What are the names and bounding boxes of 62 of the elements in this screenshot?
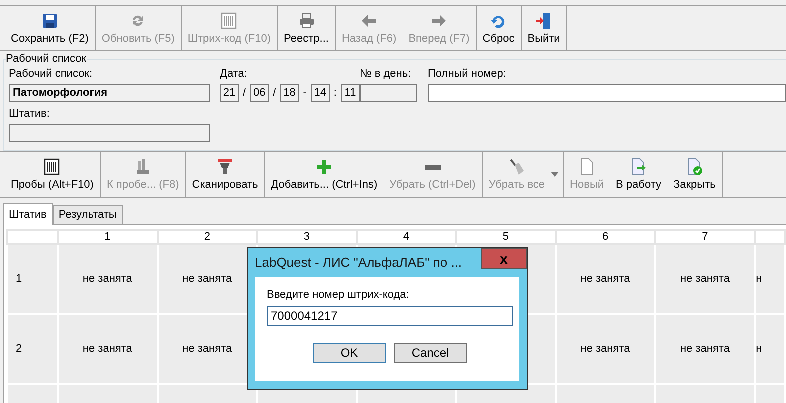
scanner-icon bbox=[216, 158, 234, 176]
column-header: 2 bbox=[158, 230, 258, 244]
field-label: Рабочий список: bbox=[9, 68, 94, 80]
date-field[interactable]: 14 bbox=[310, 84, 330, 102]
date-field[interactable]: 06 bbox=[250, 84, 270, 102]
toolbar-button[interactable]: В работу bbox=[610, 152, 668, 197]
rack-cell[interactable]: н bbox=[755, 314, 785, 384]
rack-cell[interactable]: не занята bbox=[58, 244, 158, 314]
tab[interactable]: Штатив bbox=[3, 203, 53, 225]
column-header: 7 bbox=[655, 230, 756, 244]
rack-field[interactable] bbox=[9, 124, 210, 142]
date-separator: - bbox=[302, 87, 308, 99]
rack-cell[interactable]: не занята bbox=[556, 244, 656, 314]
minus-icon bbox=[424, 165, 441, 170]
row-header: 1 bbox=[7, 244, 58, 314]
date-field[interactable]: 18 bbox=[280, 84, 300, 102]
day-number-field[interactable] bbox=[360, 84, 417, 102]
close-button[interactable]: x bbox=[481, 248, 527, 269]
worklist-field[interactable]: Патоморфология bbox=[9, 84, 210, 102]
printer-icon bbox=[298, 12, 316, 30]
date-separator: : bbox=[332, 87, 338, 99]
date-field[interactable]: 11 bbox=[340, 84, 360, 102]
toolbar-button[interactable]: Закрыть bbox=[667, 152, 722, 197]
broom-icon bbox=[508, 158, 526, 176]
column-header: 1 bbox=[58, 230, 158, 244]
dialog-title: LabQuest - ЛИС "АльфаЛАБ" по ... bbox=[255, 254, 464, 272]
toolbar-button[interactable]: Сохранить (F2) bbox=[5, 6, 95, 50]
column-header: 6 bbox=[556, 230, 656, 244]
tab[interactable]: Результаты bbox=[52, 205, 123, 224]
row-header: 2 bbox=[7, 314, 58, 384]
group-title: Рабочий список bbox=[6, 53, 86, 65]
date-separator: / bbox=[272, 87, 278, 99]
field-label: № в день: bbox=[360, 68, 412, 80]
rack-cell[interactable]: не занята bbox=[58, 314, 158, 384]
column-header: 4 bbox=[356, 230, 456, 244]
field-label: Штатив: bbox=[9, 108, 51, 120]
barcode-icon bbox=[43, 158, 62, 176]
plus-icon bbox=[315, 158, 334, 176]
column-header: 5 bbox=[456, 230, 556, 244]
dialog-button[interactable]: Cancel bbox=[394, 343, 467, 363]
toolbar-button[interactable]: Сброс bbox=[476, 6, 521, 50]
barcode-icon bbox=[220, 12, 238, 30]
document-check-icon bbox=[686, 158, 704, 176]
date-separator: / bbox=[242, 87, 248, 99]
column-header: 3 bbox=[257, 230, 357, 244]
field-label: Полный номер: bbox=[428, 68, 508, 80]
toolbar-button[interactable]: Сканировать bbox=[186, 152, 264, 197]
rack-cell[interactable]: не занята bbox=[556, 314, 656, 384]
rack-cell[interactable]: не занята bbox=[655, 244, 756, 314]
prompt-label: Введите номер штрих-кода: bbox=[267, 289, 410, 301]
rack-cell[interactable]: не занята bbox=[655, 314, 756, 384]
barcode-input[interactable]: 7000041217 bbox=[267, 306, 513, 326]
toolbar-button[interactable]: Выйти bbox=[522, 6, 566, 50]
full-number-field[interactable] bbox=[428, 84, 786, 102]
toolbar-button[interactable]: Реестр... bbox=[278, 6, 335, 50]
rack-cell[interactable]: н bbox=[755, 244, 785, 314]
toolbar-button[interactable]: Добавить... (Ctrl+Ins) bbox=[265, 152, 384, 197]
dialog-button[interactable]: OK bbox=[313, 343, 386, 363]
toolbar-button[interactable]: Пробы (Alt+F10) bbox=[5, 152, 100, 197]
document-arrow-icon bbox=[630, 158, 648, 176]
field-label: Дата: bbox=[220, 68, 248, 80]
date-field[interactable]: 21 bbox=[220, 84, 240, 102]
